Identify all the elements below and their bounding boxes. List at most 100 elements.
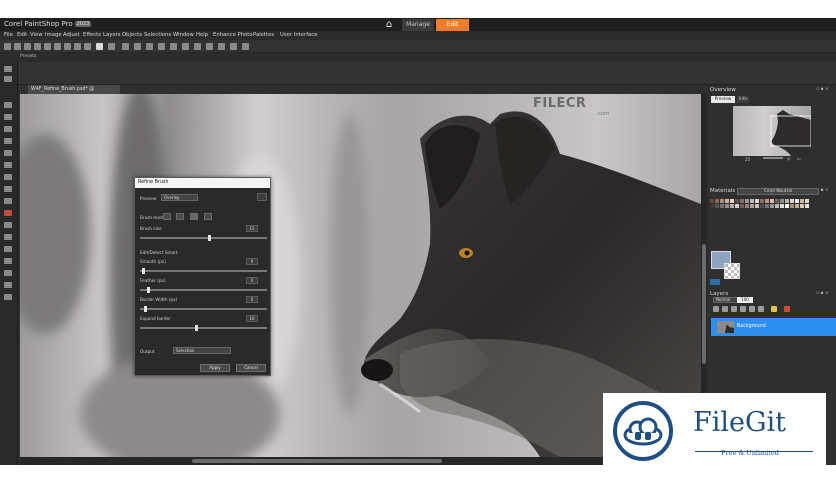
text-tool-icon[interactable]	[4, 258, 12, 264]
mirror-icon[interactable]	[170, 43, 177, 50]
opacity-field[interactable]: 100	[737, 297, 753, 303]
resize-icon[interactable]	[134, 43, 141, 50]
shape-tool-icon[interactable]	[4, 270, 12, 276]
tab-edit[interactable]: Edit	[436, 19, 469, 31]
delete-layer-icon[interactable]	[784, 306, 790, 312]
fill-tool-icon[interactable]	[4, 246, 12, 252]
adjustment-layer-icon[interactable]	[740, 306, 746, 312]
print-icon[interactable]	[44, 43, 51, 50]
crop-icon[interactable]	[122, 43, 129, 50]
smudge-tool-icon[interactable]	[4, 198, 12, 204]
smooth-knob[interactable]	[142, 268, 146, 274]
layers-panel-controls-icon[interactable]: ▫ ▪ ×	[816, 291, 829, 296]
swatch[interactable]	[765, 199, 769, 203]
redo-icon[interactable]	[108, 43, 115, 50]
menu-image[interactable]: Image	[45, 32, 62, 38]
swatch[interactable]	[755, 204, 759, 208]
overview-panel-controls-icon[interactable]: ▫ ▪ ×	[816, 87, 829, 92]
menu-palettes[interactable]: Palettes	[253, 32, 274, 38]
warp-tool-icon[interactable]	[4, 294, 12, 300]
image-canvas[interactable]	[20, 94, 701, 457]
feather-slider[interactable]	[140, 287, 267, 293]
swatch[interactable]	[790, 204, 794, 208]
pan-tool-icon[interactable]	[4, 66, 12, 72]
visibility-icon[interactable]	[758, 306, 764, 312]
swatch[interactable]	[785, 199, 789, 203]
menu-effects[interactable]: Effects	[83, 32, 101, 38]
border-width-slider[interactable]	[140, 306, 267, 312]
airbrush-tool-icon[interactable]	[4, 222, 12, 228]
sharpen-icon[interactable]	[218, 43, 225, 50]
swatch[interactable]	[760, 199, 764, 203]
menu-window[interactable]: Window	[173, 32, 194, 38]
horizontal-scroll-thumb[interactable]	[192, 459, 442, 463]
border-width-knob[interactable]	[143, 306, 147, 312]
menu-adjust[interactable]: Adjust	[63, 32, 80, 38]
undo-icon[interactable]	[96, 43, 103, 50]
swatch[interactable]	[800, 199, 804, 203]
rotate-icon[interactable]	[146, 43, 153, 50]
swatch[interactable]	[765, 204, 769, 208]
crop-tool-icon[interactable]	[4, 126, 12, 132]
link-icon[interactable]	[749, 306, 755, 312]
menu-objects[interactable]: Objects	[122, 32, 142, 38]
swatch[interactable]	[805, 204, 809, 208]
cancel-button[interactable]: Cancel	[236, 364, 266, 372]
swatch[interactable]	[750, 199, 754, 203]
view-toggle-icon[interactable]	[257, 193, 267, 201]
swatch[interactable]	[770, 199, 774, 203]
brush-size-field[interactable]: 15	[246, 225, 258, 232]
swatch[interactable]	[730, 199, 734, 203]
swatch[interactable]	[735, 199, 739, 203]
swap-colors-icon[interactable]	[710, 279, 720, 285]
tab-manage[interactable]: Manage	[402, 19, 434, 31]
menu-view[interactable]: View	[30, 32, 43, 38]
swatch[interactable]	[805, 199, 809, 203]
brush-mode-add-icon[interactable]	[163, 213, 171, 220]
brush-mode-refine-icon[interactable]	[190, 213, 198, 220]
brush-size-knob[interactable]	[208, 235, 212, 241]
expand-border-field[interactable]: 10	[246, 315, 258, 322]
paste-icon[interactable]	[74, 43, 81, 50]
adjust-icon[interactable]	[230, 43, 237, 50]
overview-zoom-slider[interactable]	[763, 157, 783, 159]
save-as-icon[interactable]	[34, 43, 41, 50]
home-icon[interactable]: ⌂	[378, 18, 400, 31]
menu-user-interface[interactable]: User Interface	[280, 32, 317, 38]
brush-size-slider[interactable]	[140, 235, 267, 241]
expand-border-slider[interactable]	[140, 325, 267, 331]
brush-mode-subtract-icon[interactable]	[176, 213, 184, 220]
swatch[interactable]	[710, 204, 714, 208]
feather-field[interactable]: 0	[246, 277, 258, 284]
swatch[interactable]	[795, 199, 799, 203]
effects-icon[interactable]	[242, 43, 249, 50]
move-tool-icon[interactable]	[4, 102, 12, 108]
new-group-icon[interactable]	[722, 306, 728, 312]
histogram-icon[interactable]	[182, 43, 189, 50]
swatch[interactable]	[800, 204, 804, 208]
swatch[interactable]	[785, 204, 789, 208]
zoom-actual-icon[interactable]: ◎	[787, 156, 791, 161]
swatch[interactable]	[725, 204, 729, 208]
swatch[interactable]	[775, 199, 779, 203]
selection-tool-icon[interactable]	[4, 114, 12, 120]
swatch[interactable]	[710, 199, 714, 203]
menu-selections[interactable]: Selections	[144, 32, 171, 38]
swatch[interactable]	[735, 204, 739, 208]
brush-icon[interactable]	[206, 43, 213, 50]
swatch[interactable]	[780, 199, 784, 203]
tab-overview-info[interactable]: Info	[737, 96, 749, 103]
layers-icon[interactable]	[194, 43, 201, 50]
border-width-field[interactable]: 0	[246, 296, 258, 303]
swatch[interactable]	[715, 204, 719, 208]
vertical-scroll-thumb[interactable]	[702, 244, 706, 364]
swatch[interactable]	[780, 204, 784, 208]
swatch[interactable]	[745, 204, 749, 208]
swatch[interactable]	[730, 204, 734, 208]
straighten-tool-icon[interactable]	[4, 138, 12, 144]
zoom-tool-icon[interactable]	[4, 76, 12, 82]
menu-file[interactable]: File	[4, 32, 13, 38]
layer-background[interactable]: Background	[711, 318, 836, 336]
menu-enhance-photo[interactable]: Enhance Photo	[213, 32, 253, 38]
smooth-slider[interactable]	[140, 268, 267, 274]
